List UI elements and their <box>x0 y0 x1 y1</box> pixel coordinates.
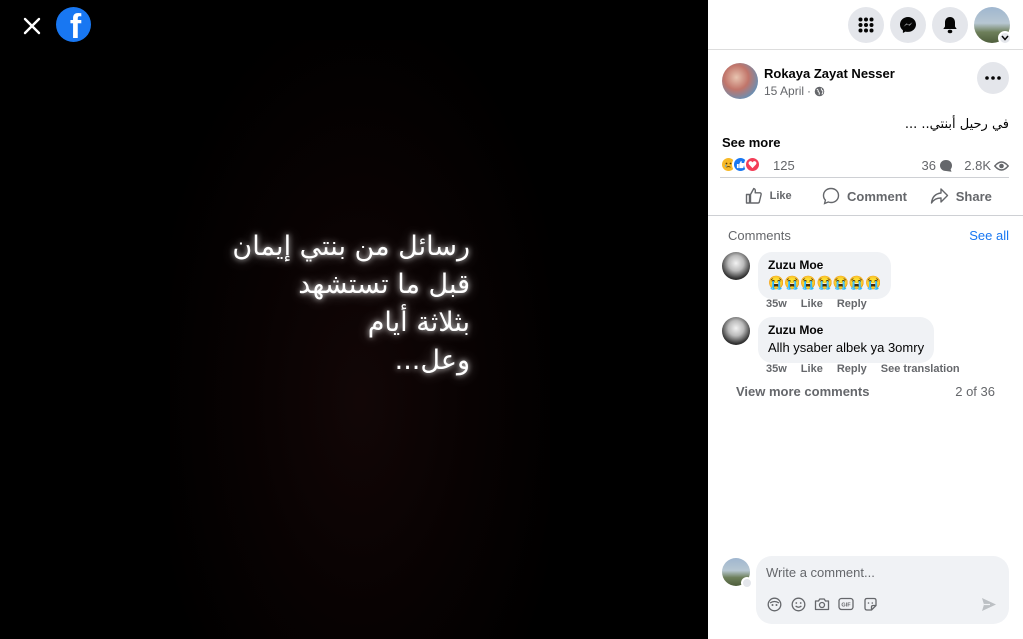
divider <box>720 177 1009 178</box>
comment-reply-link[interactable]: Reply <box>837 363 867 375</box>
view-more-comments-link[interactable]: View more comments <box>736 384 869 399</box>
notifications-button[interactable] <box>932 7 968 43</box>
photo-text-line: رسائل من بنتي إيمان <box>232 231 470 262</box>
comment-bubble: Zuzu Moe Allh ysaber albek ya 3omry <box>758 317 935 363</box>
comment-composer: GIF <box>722 556 1009 626</box>
comment-like-link[interactable]: Like <box>801 298 823 310</box>
comment-time[interactable]: 35w <box>766 363 787 375</box>
meta-separator: · <box>807 84 812 98</box>
views-count-value: 2.8K <box>964 158 991 173</box>
see-all-comments-link[interactable]: See all <box>969 228 1009 243</box>
comment-bubble-icon <box>940 159 952 172</box>
comment-reply-link[interactable]: Reply <box>837 298 867 310</box>
author-avatar[interactable] <box>722 63 758 99</box>
post-actions: Like Comment Share <box>720 180 1009 212</box>
close-viewer-button[interactable] <box>18 12 46 40</box>
my-avatar[interactable] <box>722 558 753 589</box>
photo-text-line: بثلاثة أيام <box>367 307 470 338</box>
avatar-sticker-icon <box>767 597 781 611</box>
menu-grid-icon <box>858 17 874 33</box>
menu-button[interactable] <box>848 7 884 43</box>
reaction-count[interactable]: 125 <box>773 158 795 173</box>
comment-like-link[interactable]: Like <box>801 363 823 375</box>
comment-button[interactable]: Comment <box>816 180 912 212</box>
comment-pager: 2 of 36 <box>955 384 995 399</box>
commenter-avatar[interactable] <box>722 252 750 280</box>
see-more-link[interactable]: See more <box>722 135 781 150</box>
globe-icon <box>814 86 825 96</box>
divider <box>708 215 1023 216</box>
eye-icon <box>994 160 1009 171</box>
comments-count-value: 36 <box>921 158 936 173</box>
comment-meta: 35w Like Reply <box>766 298 867 310</box>
comments-header: Comments See all <box>728 228 1009 243</box>
photo-text-line: وعل... <box>394 345 470 376</box>
svg-text:GIF: GIF <box>841 603 851 609</box>
share-button[interactable]: Share <box>913 180 1009 212</box>
see-translation-link[interactable]: See translation <box>881 363 960 375</box>
composer-tools: GIF <box>766 596 878 612</box>
account-avatar[interactable] <box>974 7 1012 45</box>
comment-icon <box>822 187 840 205</box>
comment-bubble: Zuzu Moe 😭😭😭😭😭😭😭 <box>758 252 892 299</box>
comments-title: Comments <box>728 228 791 243</box>
sticker-button[interactable] <box>862 596 878 612</box>
chevron-down-icon <box>998 31 1012 45</box>
post-header: Rokaya Zayat Nesser 15 April · <box>722 62 1009 102</box>
photo-caption-overlay: رسائل من بنتي إيمان قبل ما تستشهد بثلاثة… <box>200 228 470 380</box>
comment-time[interactable]: 35w <box>766 298 787 310</box>
reaction-icons[interactable] <box>720 156 761 173</box>
commenter-avatar[interactable] <box>722 317 750 345</box>
gif-icon: GIF <box>838 597 854 611</box>
messenger-icon <box>900 17 916 33</box>
send-comment-button[interactable] <box>979 594 999 614</box>
gif-button[interactable]: GIF <box>838 596 854 612</box>
post-date[interactable]: 15 April <box>764 84 804 98</box>
emoji-icon <box>791 597 805 611</box>
commenter-name[interactable]: Zuzu Moe <box>768 258 881 272</box>
chevron-down-icon <box>741 577 753 589</box>
comment-box[interactable]: GIF <box>756 556 1009 624</box>
facebook-logo[interactable]: f <box>56 7 91 42</box>
facebook-f-icon: f <box>69 8 82 42</box>
comment-meta: 35w Like Reply See translation <box>766 363 960 375</box>
like-button[interactable]: Like <box>720 180 816 212</box>
post-text: في رحيل أبنتي.. ... <box>904 117 1009 132</box>
comment-text: 😭😭😭😭😭😭😭 <box>768 275 882 290</box>
emoji-button[interactable] <box>790 596 806 612</box>
share-icon <box>930 188 948 204</box>
reactions-summary: 125 36 2.8K <box>720 155 1009 175</box>
notifications-bell-icon <box>943 17 957 34</box>
comment-text: Allh ysaber albek ya 3omry <box>768 340 925 355</box>
camera-button[interactable] <box>814 596 830 612</box>
comment-input[interactable] <box>766 565 986 580</box>
author-name[interactable]: Rokaya Zayat Nesser <box>764 66 895 81</box>
commenter-name[interactable]: Zuzu Moe <box>768 323 924 337</box>
messenger-button[interactable] <box>890 7 926 43</box>
photo-viewer: f رسائل من بنتي إيمان قبل ما تستشهد بثلا… <box>0 0 708 639</box>
camera-icon <box>814 598 830 611</box>
like-icon <box>745 187 762 204</box>
avatar-sticker-button[interactable] <box>766 596 782 612</box>
post-panel: Rokaya Zayat Nesser 15 April · في رحيل أ… <box>708 0 1023 639</box>
post-meta: 15 April · <box>764 84 825 98</box>
send-icon <box>982 597 996 611</box>
close-icon <box>23 17 41 35</box>
post-options-button[interactable] <box>977 62 1009 94</box>
share-label: Share <box>955 188 992 204</box>
love-reaction-icon <box>744 156 761 173</box>
comment-label: Comment <box>847 188 907 204</box>
like-label: Like <box>769 190 792 202</box>
photo-text-line: قبل ما تستشهد <box>298 269 470 300</box>
views-count: 2.8K <box>964 158 1009 173</box>
sticker-icon <box>863 597 877 611</box>
comments-count[interactable]: 36 <box>922 158 953 173</box>
top-navigation-bar <box>708 0 1023 50</box>
more-horizontal-icon <box>985 76 1001 80</box>
